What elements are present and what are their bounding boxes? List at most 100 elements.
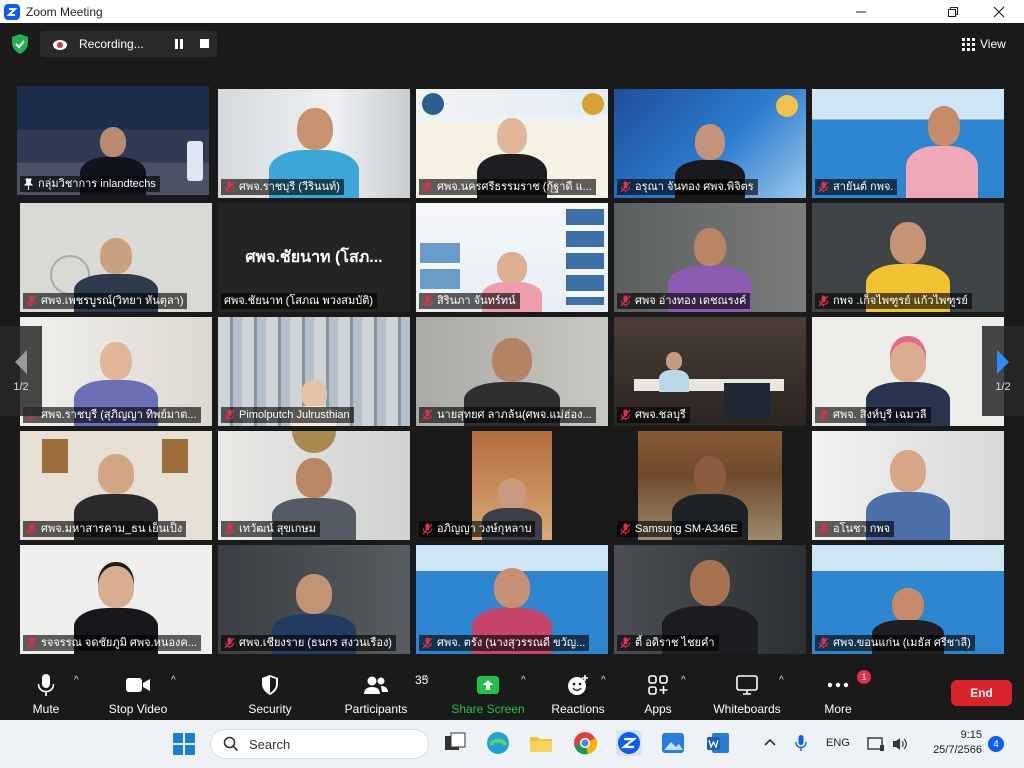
video-tile[interactable]: เทวัฒน์ สุขเกษม <box>218 431 410 540</box>
participant-name: ตี้ อดิราช ไชยคำ <box>617 635 719 651</box>
video-tile[interactable]: รจจรรณ จดชัยภูมิ ศพจ.หนองค... <box>20 545 212 654</box>
notification-badge[interactable]: 4 <box>988 736 1004 752</box>
apps-options-caret[interactable]: ^ <box>681 676 691 686</box>
maximize-button[interactable] <box>930 0 976 23</box>
muted-mic-icon <box>620 409 631 421</box>
participant-name: อโนชา กพจ <box>815 521 895 537</box>
photos-app-icon[interactable] <box>660 730 686 756</box>
apps-button[interactable]: Apps <box>640 663 676 720</box>
file-explorer-icon[interactable] <box>528 730 554 756</box>
participant-name: Pimolputch Julrusthian <box>221 407 354 423</box>
task-view-icon[interactable] <box>442 730 468 756</box>
share-screen-button[interactable]: Share Screen <box>451 663 525 720</box>
muted-mic-icon <box>818 409 829 421</box>
muted-mic-icon <box>26 295 37 307</box>
video-tile[interactable]: ศพจ. สิงห์บุรี เฉมวลี <box>812 317 1004 426</box>
pause-recording-icon[interactable] <box>174 39 184 49</box>
window-title: Zoom Meeting <box>26 4 103 19</box>
whiteboards-button[interactable]: Whiteboards <box>710 663 784 720</box>
taskbar-search[interactable]: Search <box>210 729 429 759</box>
video-tile[interactable]: สายันต์ กพจ. <box>812 89 1004 198</box>
reactions-options-caret[interactable]: ^ <box>601 676 611 686</box>
end-meeting-button[interactable]: End <box>951 680 1012 706</box>
participant-name: Samsung SM-A346E <box>617 521 742 537</box>
edge-browser-icon[interactable] <box>485 730 511 756</box>
muted-mic-icon <box>422 637 433 649</box>
participant-name: กลุ่มวิชาการ inlandtechs <box>20 176 160 192</box>
participant-name: ศพจ.ขอนแก่น (เมธัส ศรีชาลี) <box>815 635 975 651</box>
word-app-icon[interactable] <box>705 730 731 756</box>
minimize-button[interactable] <box>838 0 884 23</box>
pin-icon <box>23 178 34 190</box>
video-tile[interactable]: ศพจ.เพชรบูรณ์(วิทยา หันตุลา) <box>20 203 212 312</box>
participants-button[interactable]: 35 Participants <box>340 663 429 720</box>
mute-button[interactable]: Mute <box>22 663 70 720</box>
volume-icon[interactable] <box>892 736 908 752</box>
participant-name: สายันต์ กพจ. <box>815 179 898 195</box>
muted-mic-icon <box>224 637 235 649</box>
video-tile[interactable]: ศพจ.มหาสารคาม_ธน เย็นเป็ง <box>20 431 212 540</box>
tray-microphone-icon[interactable] <box>795 734 807 752</box>
video-tile[interactable]: อโนชา กพจ <box>812 431 1004 540</box>
page-indicator-left: 1/2 <box>13 381 29 393</box>
muted-mic-icon <box>818 295 829 307</box>
whiteboards-options-caret[interactable]: ^ <box>779 676 789 686</box>
system-clock[interactable]: 9:15 25/7/2566 <box>920 728 982 758</box>
video-tile[interactable]: ศพจ.ชลบุรี <box>614 317 806 426</box>
video-tile[interactable]: Pimolputch Julrusthian <box>218 317 410 426</box>
video-tile[interactable]: ศพจ.นครศรีธรรมราช (กุ้ฐาดี แ... <box>416 89 608 198</box>
video-tile[interactable]: ศพจ.เชียงราย (ธนกร สงวนเรือง) <box>218 545 410 654</box>
video-tile-no-video[interactable]: ศพจ.ชัยนาท (โสภ... ศพจ.ชัยนาท (โสภณ พวงส… <box>218 203 410 312</box>
muted-mic-icon <box>224 409 235 421</box>
share-options-caret[interactable]: ^ <box>521 676 531 686</box>
muted-mic-icon <box>422 409 433 421</box>
stop-recording-icon[interactable] <box>200 39 209 48</box>
video-tile[interactable]: กพจ .เก็จไพฑูรย์ แก้วไพฑูรย์ <box>812 203 1004 312</box>
encryption-shield-icon[interactable] <box>10 33 30 55</box>
more-badge: 1 <box>857 670 871 684</box>
participant-name: ศพจ. ตรัง (นางสุวรรณดี ขวัญ... <box>419 635 590 651</box>
participants-options-caret[interactable]: ^ <box>424 676 434 686</box>
view-button[interactable]: View <box>962 33 1006 55</box>
search-icon <box>223 736 239 752</box>
video-tile[interactable]: อรุณา จันทอง ศพจ.พิจิตร <box>614 89 806 198</box>
cloud-record-icon <box>53 40 67 50</box>
security-button[interactable]: Security <box>244 663 296 720</box>
minimize-icon <box>856 11 866 12</box>
close-button[interactable] <box>976 0 1022 23</box>
participant-display-name: ศพจ.ชัยนาท (โสภ... <box>245 249 383 266</box>
recording-indicator: Recording... <box>40 31 217 57</box>
muted-mic-icon <box>26 523 37 535</box>
video-tile[interactable]: นายสุทยศ ลาภล้น(ศพจ.แม่ฮ่อง... <box>416 317 608 426</box>
video-tile[interactable]: กลุ่มวิชาการ inlandtechs <box>17 86 209 195</box>
chrome-browser-icon[interactable] <box>572 730 598 756</box>
previous-page-button[interactable]: 1/2 <box>0 326 42 416</box>
os-taskbar: Search ENG 9:15 25/7/2566 4 <box>0 720 1024 768</box>
video-tile[interactable]: ศพจ. ตรัง (นางสุวรรณดี ขวัญ... <box>416 545 608 654</box>
meeting-toolbar: Mute ^ Stop Video ^ Security 35 Particip… <box>0 663 1024 720</box>
arrow-right-icon <box>997 350 1009 374</box>
video-tile[interactable]: Samsung SM-A346E <box>614 431 806 540</box>
video-options-caret[interactable]: ^ <box>171 676 181 686</box>
reactions-button[interactable]: Reactions <box>550 663 606 720</box>
zoom-app-icon[interactable] <box>616 730 642 756</box>
video-camera-icon <box>126 678 150 692</box>
video-tile[interactable]: ศพจ.ราชบุรี (วีรินนท์) <box>218 89 410 198</box>
video-tile[interactable]: สิรินภา จันทร์ทน์ <box>416 203 608 312</box>
muted-mic-icon <box>818 181 829 193</box>
audio-options-caret[interactable]: ^ <box>74 676 84 686</box>
video-tile[interactable]: ศพจ.ขอนแก่น (เมธัส ศรีชาลี) <box>812 545 1004 654</box>
video-tile[interactable]: ศพจ.ราชบุรี (สุภิญญา ทิพย์มาต... <box>20 317 212 426</box>
tray-overflow-chevron-icon[interactable] <box>764 737 776 747</box>
participant-name: ศพจ.ราชบุรี (วีรินนท์) <box>221 179 344 195</box>
more-button[interactable]: 1 More <box>820 663 871 720</box>
meeting-topbar: Recording... View <box>0 23 1024 65</box>
video-tile[interactable]: ศพจ อ่างทอง เดชณรงค์ <box>614 203 806 312</box>
video-tile[interactable]: ตี้ อดิราช ไชยคำ <box>614 545 806 654</box>
stop-video-button[interactable]: Stop Video <box>104 663 172 720</box>
video-tile[interactable]: อภิญญา วงษ์กุหลาบ <box>416 431 608 540</box>
input-language[interactable]: ENG <box>826 737 850 749</box>
next-page-button[interactable]: 1/2 <box>982 326 1024 416</box>
network-icon[interactable] <box>867 736 885 752</box>
windows-start-icon[interactable] <box>173 733 195 755</box>
